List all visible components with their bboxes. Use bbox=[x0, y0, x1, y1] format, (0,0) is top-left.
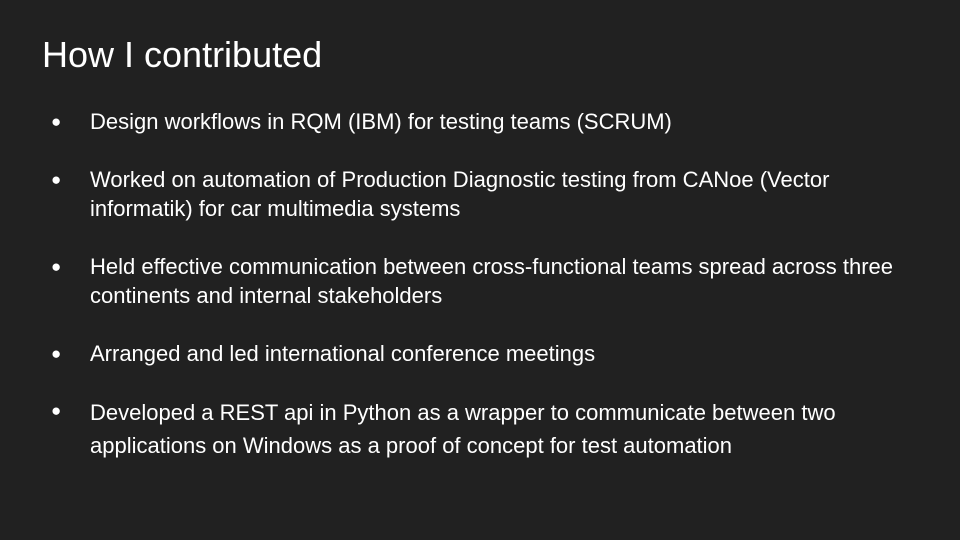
bullet-text: Design workflows in RQM (IBM) for testin… bbox=[90, 109, 672, 134]
bullet-text: Developed a REST api in Python as a wrap… bbox=[90, 400, 836, 458]
bullet-dot-icon: ● bbox=[51, 170, 62, 189]
bullet-dot-icon: ● bbox=[51, 344, 62, 363]
bullet-dot-icon: ● bbox=[51, 112, 62, 131]
bullet-dot-icon: ● bbox=[51, 401, 62, 420]
bullet-text: Worked on automation of Production Diagn… bbox=[90, 167, 830, 221]
bullet-dot-icon: ● bbox=[51, 257, 62, 276]
slide-title: How I contributed bbox=[42, 34, 323, 75]
bullet-text: Arranged and led international conferenc… bbox=[90, 341, 596, 366]
bullet-text: Held effective communication between cro… bbox=[90, 254, 893, 308]
slide: How I contributed ● Design workflows in … bbox=[0, 0, 960, 540]
